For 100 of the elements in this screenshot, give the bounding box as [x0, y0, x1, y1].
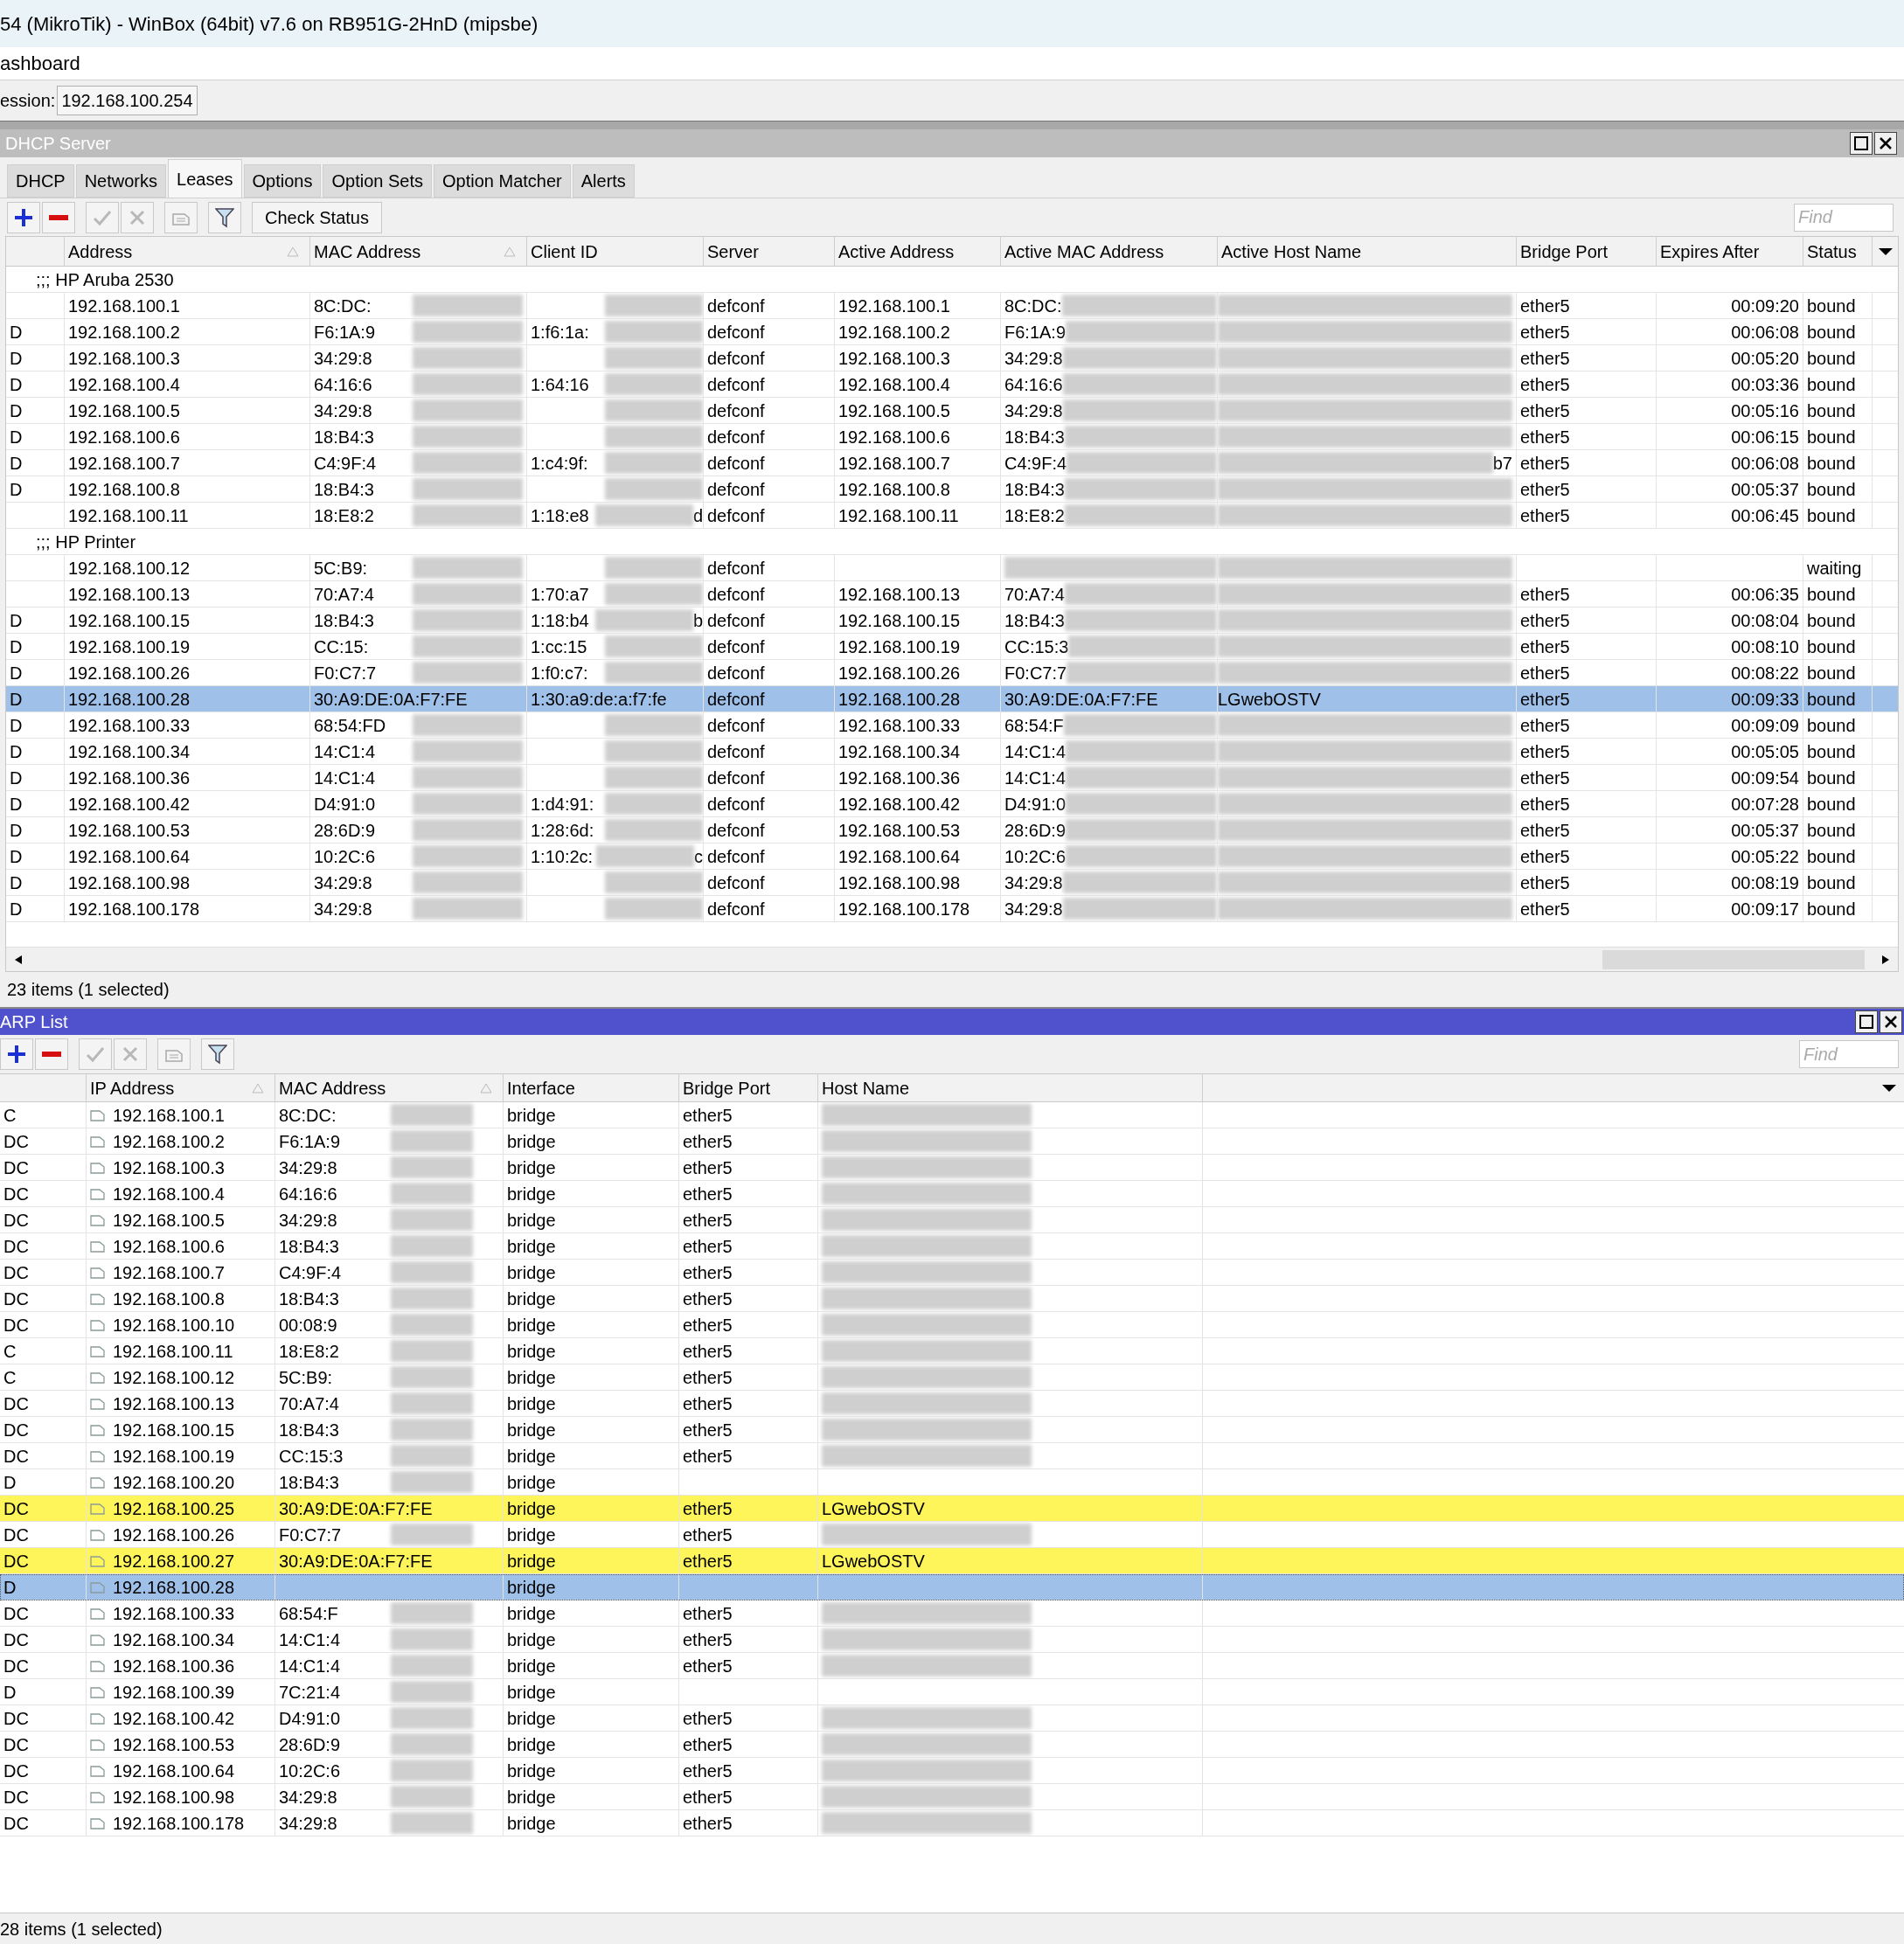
- remove-button[interactable]: [42, 201, 75, 233]
- arp-row[interactable]: DC 192.168.100.15 18:B4:3 bridge ether5: [0, 1417, 1904, 1443]
- arp-row[interactable]: DC 192.168.100.178 34:29:8 bridge ether5: [0, 1810, 1904, 1836]
- column-header[interactable]: Active Host Name: [1218, 237, 1517, 266]
- arp-row[interactable]: DC 192.168.100.13 70:A7:4 bridge ether5: [0, 1391, 1904, 1417]
- lease-row[interactable]: D 192.168.100.33 68:54:FD defconf 192.168.100.33 68:54:F ether5 00:09:09 bound: [6, 712, 1898, 739]
- arp-row[interactable]: DC 192.168.100.64 10:2C:6 bridge ether5: [0, 1758, 1904, 1784]
- arp-row[interactable]: DC 192.168.100.4 64:16:6 bridge ether5: [0, 1181, 1904, 1207]
- arp-row[interactable]: C 192.168.100.12 5C:B9: bridge ether5: [0, 1364, 1904, 1391]
- arp-row[interactable]: D 192.168.100.20 18:B4:3 bridge: [0, 1469, 1904, 1496]
- arp-row[interactable]: DC 192.168.100.26 F0:C7:7 bridge ether5: [0, 1522, 1904, 1548]
- arp-row[interactable]: C 192.168.100.11 18:E8:2 bridge ether5: [0, 1338, 1904, 1364]
- add-button[interactable]: [7, 201, 40, 233]
- find-field[interactable]: Find: [1799, 1040, 1899, 1068]
- tab[interactable]: Leases: [168, 159, 242, 198]
- table-cell: bridge: [504, 1627, 679, 1652]
- lease-row[interactable]: 192.168.100.1 8C:DC: defconf 192.168.100.1 8C:DC: ether5 00:09:20 bound: [6, 293, 1898, 319]
- lease-row[interactable]: D 192.168.100.7 C4:9F:4 1:c4:9f: defconf 192.168.100.7 C4:9F:4 b7 ether5 00:06:08 bound: [6, 450, 1898, 476]
- lease-row[interactable]: D 192.168.100.8 18:B4:3 defconf 192.168.100.8 18:B4:3 ether5 00:05:37 bound: [6, 476, 1898, 503]
- arp-row[interactable]: DC 192.168.100.42 D4:91:0 bridge ether5: [0, 1705, 1904, 1732]
- lease-row[interactable]: D 192.168.100.15 18:B4:3 1:18:b4 b defconf 192.168.100.15 18:B4:3 ether5 00:08:04 bound: [6, 608, 1898, 634]
- arp-row[interactable]: DC 192.168.100.7 C4:9F:4 bridge ether5: [0, 1260, 1904, 1286]
- tab[interactable]: Networks: [75, 164, 167, 198]
- check-status-button[interactable]: Check Status: [252, 201, 382, 233]
- lease-row[interactable]: 192.168.100.13 70:A7:4 1:70:a7 defconf 192.168.100.13 70:A7:4 ether5 00:06:35 bound: [6, 581, 1898, 608]
- tab[interactable]: DHCP: [7, 164, 74, 198]
- column-header[interactable]: MAC Address: [310, 237, 527, 266]
- tab[interactable]: Options: [243, 164, 322, 198]
- arp-row[interactable]: DC 192.168.100.3 34:29:8 bridge ether5: [0, 1155, 1904, 1181]
- lease-row[interactable]: D 192.168.100.42 D4:91:0 1:d4:91: defconf 192.168.100.42 D4:91:0 ether5 00:07:28 bound: [6, 791, 1898, 817]
- lease-row[interactable]: D 192.168.100.34 14:C1:4 defconf 192.168.100.34 14:C1:4 ether5 00:05:05 bound: [6, 739, 1898, 765]
- arp-row[interactable]: C 192.168.100.1 8C:DC: bridge ether5: [0, 1102, 1904, 1128]
- lease-row[interactable]: D 192.168.100.3 34:29:8 defconf 192.168.100.3 34:29:8 ether5 00:05:20 bound: [6, 345, 1898, 371]
- arp-row[interactable]: DC 192.168.100.36 14:C1:4 bridge ether5: [0, 1653, 1904, 1679]
- arp-row[interactable]: DC 192.168.100.5 34:29:8 bridge ether5: [0, 1207, 1904, 1233]
- column-header[interactable]: Host Name: [818, 1074, 1203, 1101]
- lease-row[interactable]: D 192.168.100.4 64:16:6 1:64:16 defconf 192.168.100.4 64:16:6 ether5 00:03:36 bound: [6, 371, 1898, 398]
- arp-row[interactable]: DC 192.168.100.27 30:A9:DE:0A:F7:FE bridge ether5 LGwebOSTV: [0, 1548, 1904, 1574]
- lease-row[interactable]: D 192.168.100.178 34:29:8 defconf 192.168.100.178 34:29:8 ether5 00:09:17 bound: [6, 896, 1898, 922]
- column-header[interactable]: Client ID: [527, 237, 704, 266]
- menu-item[interactable]: ashboard: [0, 49, 80, 78]
- column-header[interactable]: IP Address: [87, 1074, 275, 1101]
- filter-button[interactable]: [201, 1038, 234, 1070]
- tab[interactable]: Option Sets: [323, 164, 432, 198]
- arp-row[interactable]: DC 192.168.100.8 18:B4:3 bridge ether5: [0, 1286, 1904, 1312]
- column-header[interactable]: MAC Address: [275, 1074, 504, 1101]
- lease-row[interactable]: D 192.168.100.26 F0:C7:7 1:f0:c7: defconf 192.168.100.26 F0:C7:7 ether5 00:08:22 bound: [6, 660, 1898, 686]
- maximize-button[interactable]: [1850, 132, 1873, 155]
- column-header[interactable]: Interface: [504, 1074, 679, 1101]
- lease-row[interactable]: 192.168.100.11 18:E8:2 1:18:e8 d defconf 192.168.100.11 18:E8:2 ether5 00:06:45 bound: [6, 503, 1898, 529]
- close-button[interactable]: [1874, 132, 1897, 155]
- tab[interactable]: Option Matcher: [434, 164, 571, 198]
- arp-row[interactable]: DC 192.168.100.33 68:54:F bridge ether5: [0, 1600, 1904, 1627]
- arp-row[interactable]: D 192.168.100.28 bridge: [0, 1574, 1904, 1600]
- table-cell: bridge: [504, 1574, 679, 1600]
- dropdown-arrow-icon[interactable]: [1877, 246, 1894, 256]
- lease-row[interactable]: D 192.168.100.6 18:B4:3 defconf 192.168.100.6 18:B4:3 ether5 00:06:15 bound: [6, 424, 1898, 450]
- column-header[interactable]: Address: [65, 237, 310, 266]
- column-header[interactable]: Expires After: [1657, 237, 1803, 266]
- column-header[interactable]: Active MAC Address: [1001, 237, 1218, 266]
- close-button[interactable]: [1880, 1010, 1902, 1033]
- remove-button[interactable]: [35, 1038, 68, 1070]
- arp-row[interactable]: DC 192.168.100.53 28:6D:9 bridge ether5: [0, 1732, 1904, 1758]
- table-cell: ether5: [679, 1758, 818, 1783]
- entry-icon: [90, 1659, 106, 1672]
- column-header[interactable]: Status: [1803, 237, 1873, 266]
- column-header[interactable]: Server: [704, 237, 835, 266]
- tab[interactable]: Alerts: [572, 164, 635, 198]
- lease-row[interactable]: D 192.168.100.53 28:6D:9 1:28:6d: defconf 192.168.100.53 28:6D:9 ether5 00:05:37 bound: [6, 817, 1898, 844]
- dropdown-arrow-icon[interactable]: [1881, 1083, 1897, 1093]
- lease-row[interactable]: D 192.168.100.98 34:29:8 defconf 192.168.100.98 34:29:8 ether5 00:08:19 bound: [6, 870, 1898, 896]
- lease-row[interactable]: D 192.168.100.36 14:C1:4 defconf 192.168.100.36 14:C1:4 ether5 00:09:54 bound: [6, 765, 1898, 791]
- lease-row[interactable]: D 192.168.100.2 F6:1A:9 1:f6:1a: defconf 192.168.100.2 F6:1A:9 ether5 00:06:08 bound: [6, 319, 1898, 345]
- entry-icon: [90, 1449, 106, 1462]
- arp-row[interactable]: DC 192.168.100.6 18:B4:3 bridge ether5: [0, 1233, 1904, 1260]
- add-button[interactable]: [0, 1038, 33, 1070]
- arp-row[interactable]: D 192.168.100.39 7C:21:4 bridge: [0, 1679, 1904, 1705]
- table-cell: 192.168.100.5: [65, 398, 310, 423]
- arp-row[interactable]: DC 192.168.100.34 14:C1:4 bridge ether5: [0, 1627, 1904, 1653]
- arp-row[interactable]: DC 192.168.100.98 34:29:8 bridge ether5: [0, 1784, 1904, 1810]
- arp-row[interactable]: DC 192.168.100.25 30:A9:DE:0A:F7:FE bridge ether5 LGwebOSTV: [0, 1496, 1904, 1522]
- arp-row[interactable]: DC 192.168.100.10 00:08:9 bridge ether5: [0, 1312, 1904, 1338]
- find-field[interactable]: Find: [1794, 203, 1894, 232]
- column-header[interactable]: Bridge Port: [679, 1074, 818, 1101]
- arp-row[interactable]: DC 192.168.100.2 F6:1A:9 bridge ether5: [0, 1128, 1904, 1155]
- lease-row[interactable]: D 192.168.100.19 CC:15: 1:cc:15 defconf 192.168.100.19 CC:15:3 ether5 00:08:10 bound: [6, 634, 1898, 660]
- table-cell: 34:29:8: [310, 398, 527, 423]
- lease-row[interactable]: D 192.168.100.5 34:29:8 defconf 192.168.100.5 34:29:8 ether5 00:05:16 bound: [6, 398, 1898, 424]
- lease-row[interactable]: D 192.168.100.28 30:A9:DE:0A:F7:FE 1:30:a9:de:a:f7:fe defconf 192.168.100.28 30:A9:DE:0A:F7:FE LGwebOSTV ether5 00:09:33 bound: [6, 686, 1898, 712]
- arp-row[interactable]: DC 192.168.100.19 CC:15:3 bridge ether5: [0, 1443, 1904, 1469]
- table-cell: 1:64:16: [527, 371, 704, 397]
- lease-row[interactable]: D 192.168.100.64 10:2C:6 1:10:2c: c defconf 192.168.100.64 10:2C:6 ether5 00:05:22 bound: [6, 844, 1898, 870]
- column-header[interactable]: Active Address: [835, 237, 1001, 266]
- maximize-button[interactable]: [1855, 1010, 1878, 1033]
- filter-button[interactable]: [208, 201, 241, 233]
- lease-row[interactable]: 192.168.100.12 5C:B9: defconf waiting: [6, 555, 1898, 581]
- horizontal-scrollbar[interactable]: [6, 947, 1898, 971]
- session-field[interactable]: 192.168.100.254: [57, 86, 198, 115]
- column-header[interactable]: Bridge Port: [1517, 237, 1657, 266]
- table-cell: 14:C1:4: [310, 765, 527, 790]
